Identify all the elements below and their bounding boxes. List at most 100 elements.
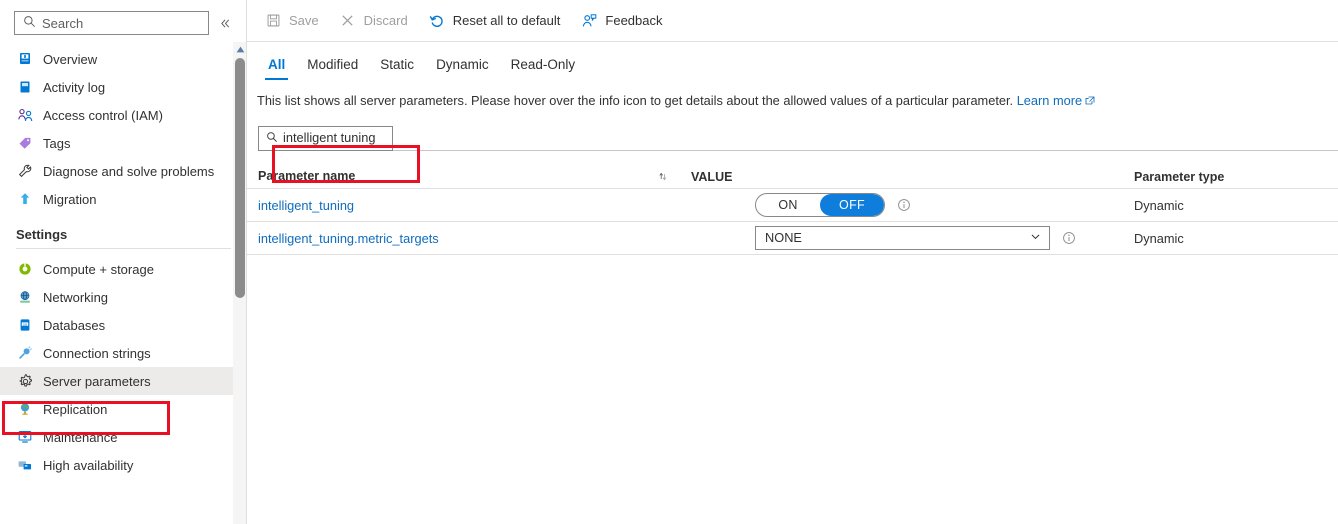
collapse-menu-button[interactable] — [217, 13, 235, 33]
sidebar-item-diagnose[interactable]: Diagnose and solve problems — [0, 157, 247, 185]
sidebar-section-settings: Settings — [16, 227, 68, 242]
header-parameter-type: Parameter type — [1134, 169, 1225, 184]
metric-targets-dropdown[interactable]: NONE — [755, 226, 1050, 250]
sort-arrows-icon[interactable] — [656, 170, 681, 183]
command-toolbar: Save Discard Reset all to default Feedba… — [247, 0, 1338, 41]
parameter-search-input[interactable]: intelligent tuning — [258, 126, 393, 151]
sidebar-item-maintenance[interactable]: Maintenance — [0, 423, 247, 451]
sidebar-item-label: Migration — [43, 191, 97, 207]
search-icon — [23, 15, 36, 31]
chevron-down-icon — [1029, 230, 1042, 246]
cell-value: ON OFF — [691, 193, 1134, 217]
networking-globe-icon — [16, 288, 34, 306]
parameter-type-value: Dynamic — [1134, 197, 1184, 213]
close-x-icon — [339, 12, 357, 30]
server-parameters-panel: Save Discard Reset all to default Feedba… — [247, 0, 1338, 524]
header-parameter-type-cell: Parameter type — [1134, 169, 1338, 184]
header-parameter-name-cell: Parameter name — [258, 169, 691, 183]
tab-read-only[interactable]: Read-Only — [500, 57, 587, 81]
upload-arrow-icon — [16, 190, 34, 208]
sidebar-item-label: Networking — [43, 289, 109, 305]
sidebar-item-label: Overview — [43, 51, 98, 67]
sidebar-item-compute-storage[interactable]: Compute + storage — [0, 255, 247, 283]
dropdown-selected-value: NONE — [765, 229, 802, 245]
sidebar-item-label: Connection strings — [43, 345, 151, 361]
table-header-row: Parameter name VALUE Parameter type — [247, 164, 1338, 189]
sidebar-item-label: Access control (IAM) — [43, 107, 163, 123]
parameter-search-row: intelligent tuning — [247, 109, 1338, 151]
toggle-option-on[interactable]: ON — [756, 194, 820, 216]
learn-more-link[interactable]: Learn more — [1017, 93, 1095, 108]
reset-all-to-default-button[interactable]: Reset all to default — [424, 7, 571, 35]
sidebar-divider — [16, 248, 231, 249]
globe-icon — [16, 400, 34, 418]
parameters-table: Parameter name VALUE Parameter type inte… — [247, 164, 1338, 255]
header-parameter-name: Parameter name — [258, 169, 356, 183]
tag-icon — [16, 134, 34, 152]
cell-value: NONE — [691, 226, 1134, 250]
parameter-type-value: Dynamic — [1134, 230, 1184, 246]
azure-portal-page: Search Overview Activity log Access cont… — [0, 0, 1338, 524]
sidebar-item-overview[interactable]: Overview — [0, 45, 247, 73]
servers-icon — [16, 456, 34, 474]
sidebar-item-high-availability[interactable]: High availability — [0, 451, 247, 479]
sidebar-item-label: Diagnose and solve problems — [43, 163, 215, 179]
search-row-underline — [393, 150, 1338, 151]
cell-parameter-type: Dynamic — [1134, 231, 1338, 246]
discard-button[interactable]: Discard — [335, 7, 418, 35]
sidebar-item-replication[interactable]: Replication — [0, 395, 247, 423]
save-button[interactable]: Save — [260, 7, 329, 35]
toggle-option-off[interactable]: OFF — [820, 194, 884, 216]
scrollbar-thumb[interactable] — [235, 58, 245, 298]
sidebar-item-label: Maintenance — [43, 429, 118, 445]
book-icon — [16, 78, 34, 96]
search-icon — [266, 131, 278, 146]
server-database-icon — [16, 50, 34, 68]
tab-static[interactable]: Static — [369, 57, 425, 81]
sidebar-item-databases[interactable]: DB Databases — [0, 311, 247, 339]
sidebar-search-placeholder: Search — [42, 15, 84, 31]
tab-modified[interactable]: Modified — [296, 57, 369, 81]
info-icon[interactable] — [1062, 231, 1076, 245]
header-value-cell: VALUE — [691, 169, 1134, 184]
info-icon[interactable] — [897, 198, 911, 212]
svg-text:DB: DB — [23, 322, 27, 326]
tab-all[interactable]: All — [257, 57, 296, 81]
sidebar-item-label: Replication — [43, 401, 108, 417]
compute-storage-icon — [16, 260, 34, 278]
sidebar-search-row: Search — [0, 0, 247, 35]
external-link-icon — [1085, 94, 1095, 109]
parameter-filter-tabs: All Modified Static Dynamic Read-Only — [247, 42, 1338, 80]
plug-icon — [16, 344, 34, 362]
cell-parameter-name: intelligent_tuning.metric_targets — [258, 231, 691, 246]
undo-arrow-icon — [428, 12, 446, 30]
sidebar-scrollbar[interactable] — [233, 42, 247, 524]
sidebar-item-server-parameters[interactable]: Server parameters — [0, 367, 247, 395]
intelligent-tuning-toggle[interactable]: ON OFF — [755, 193, 885, 217]
sidebar-item-label: Databases — [43, 317, 106, 333]
cell-parameter-name: intelligent_tuning — [258, 198, 691, 213]
cell-parameter-type: Dynamic — [1134, 198, 1338, 213]
tab-dynamic[interactable]: Dynamic — [425, 57, 500, 81]
feedback-button[interactable]: Feedback — [576, 7, 672, 35]
person-feedback-icon — [580, 12, 598, 30]
sidebar-item-tags[interactable]: Tags — [0, 129, 247, 157]
sidebar-search-box[interactable]: Search — [14, 11, 209, 35]
table-row[interactable]: intelligent_tuning ON OFF Dynamic — [247, 189, 1338, 222]
feedback-label: Feedback — [605, 13, 663, 28]
sidebar-item-access-control[interactable]: Access control (IAM) — [0, 101, 247, 129]
sidebar-item-networking[interactable]: Networking — [0, 283, 247, 311]
reset-label: Reset all to default — [452, 13, 561, 28]
sidebar-item-activity-log[interactable]: Activity log — [0, 73, 247, 101]
parameter-link-intelligent-tuning-metric-targets[interactable]: intelligent_tuning.metric_targets — [258, 231, 439, 246]
sidebar-item-connection-strings[interactable]: Connection strings — [0, 339, 247, 367]
table-row[interactable]: intelligent_tuning.metric_targets NONE D… — [247, 222, 1338, 255]
sidebar-item-migration[interactable]: Migration — [0, 185, 247, 213]
gear-icon — [16, 372, 34, 390]
parameter-link-intelligent-tuning[interactable]: intelligent_tuning — [258, 198, 354, 213]
sidebar-item-label: High availability — [43, 457, 134, 473]
parameter-search-value: intelligent tuning — [283, 130, 376, 146]
discard-label: Discard — [363, 13, 408, 28]
sidebar-item-label: Server parameters — [43, 373, 151, 389]
scroll-up-arrow-icon[interactable] — [233, 42, 247, 57]
